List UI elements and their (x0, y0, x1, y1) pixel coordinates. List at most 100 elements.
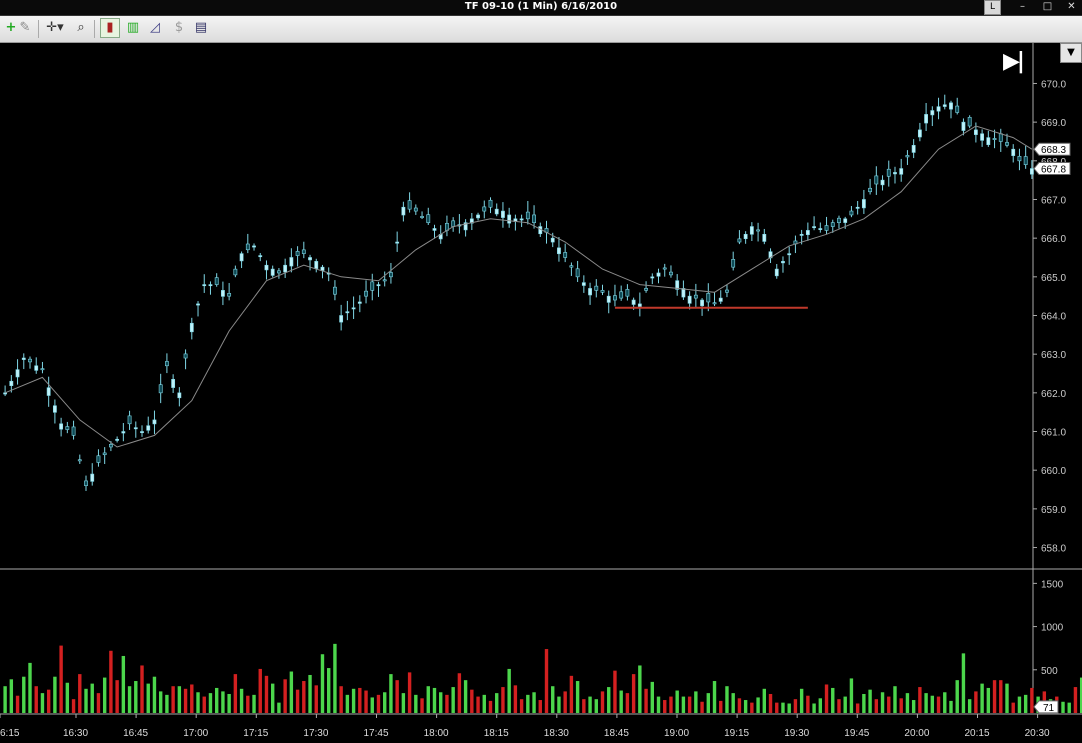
volume-bar (40, 693, 45, 713)
volume-bar (551, 686, 555, 713)
crosshair-icon[interactable]: ✛▾ (42, 19, 68, 37)
candle-body (861, 199, 866, 209)
candle-body (899, 168, 904, 175)
volume-bar (476, 696, 480, 713)
time-tick-label: 20:00 (904, 728, 929, 739)
volume-bar (420, 698, 424, 713)
volume-bar (295, 689, 300, 713)
chevron-down-icon[interactable]: ▼ (1060, 43, 1082, 63)
volume-bar (277, 702, 281, 713)
time-tick-label: 17:15 (243, 728, 268, 739)
volume-bar (855, 703, 860, 713)
candle-body (656, 272, 661, 277)
candle-body (706, 293, 711, 303)
candle-body (930, 110, 935, 116)
volume-bar (258, 668, 262, 713)
time-tick-label: 20:15 (965, 728, 990, 739)
volume-bar (109, 650, 113, 713)
candle-body (762, 233, 767, 242)
pencil-icon[interactable]: ✎ (16, 19, 34, 37)
candle-body (501, 210, 505, 218)
candle-body (382, 279, 387, 282)
volume-bar (482, 694, 486, 713)
volume-bar (849, 678, 854, 713)
volume-bar (843, 696, 847, 713)
volume-bar (15, 695, 20, 713)
candle-body (644, 288, 648, 291)
volume-bar (526, 694, 530, 713)
candle-body (992, 138, 997, 140)
minimize-button[interactable]: – (1015, 0, 1030, 13)
volume-bar (190, 684, 194, 713)
candle-body (563, 252, 568, 258)
candle-body (196, 303, 200, 306)
candle-body (308, 257, 312, 261)
volume-bar (663, 700, 667, 713)
volume-bar (862, 693, 866, 713)
time-tick-label: 18:30 (544, 728, 569, 739)
volume-bar (134, 681, 138, 713)
candle-body (955, 105, 960, 113)
volume-bar (532, 692, 536, 713)
time-tick-label: 17:45 (364, 728, 389, 739)
candle-body (214, 277, 219, 285)
volume-bar (470, 689, 474, 713)
volume-bar (395, 680, 399, 713)
volume-bar (750, 702, 754, 713)
candle-body (432, 228, 437, 231)
candle-body (121, 431, 126, 434)
price-tick-label: 659.0 (1041, 505, 1066, 516)
volume-bar (756, 697, 760, 713)
toolbar-separator (38, 20, 39, 38)
volume-bar (999, 680, 1003, 713)
candlestick-icon[interactable]: ▥ (124, 19, 142, 37)
chart-area[interactable]: 670.0669.0668.0667.0666.0665.0664.0663.0… (0, 43, 1082, 743)
candle-body (967, 117, 972, 127)
candle-body (3, 392, 8, 395)
line-chart-icon[interactable]: ◿ (146, 19, 164, 37)
candle-body (245, 243, 250, 251)
volume-bar (911, 700, 916, 713)
price-tick-label: 670.0 (1041, 79, 1066, 90)
price-tick-label: 660.0 (1041, 466, 1066, 477)
candle-body (886, 168, 891, 177)
price-tick-label: 662.0 (1041, 389, 1066, 400)
candle-body (177, 392, 182, 399)
volume-bar (177, 686, 182, 713)
close-button[interactable]: ✕ (1064, 0, 1079, 13)
volume-bar (818, 698, 823, 713)
candle-body (395, 241, 400, 244)
jump-to-end-icon[interactable]: ▶| (1003, 50, 1025, 74)
volume-bar (731, 693, 735, 713)
link-button[interactable]: L (984, 0, 1001, 15)
candle-body (519, 218, 524, 221)
candle-body (426, 214, 431, 223)
candle-body (880, 179, 885, 186)
candle-body (669, 271, 673, 276)
volume-bar (65, 682, 70, 713)
volume-bar (389, 674, 393, 713)
candle-body (115, 438, 120, 441)
volume-bar (513, 685, 518, 713)
properties-icon[interactable]: ▤ (192, 19, 210, 37)
volume-bar (887, 696, 891, 713)
magnifier-icon[interactable]: ⌕ (72, 19, 90, 37)
candle-body (725, 289, 729, 293)
candle-body (158, 384, 163, 394)
volume-bar (967, 699, 972, 713)
candle-body (482, 206, 487, 212)
maximize-button[interactable]: □ (1040, 0, 1055, 13)
volume-bar (140, 665, 144, 713)
volume-bar (345, 694, 350, 713)
volume-tick-label: 500 (1041, 666, 1058, 677)
bar-chart-icon[interactable]: ▮ (100, 18, 120, 38)
candle-body (868, 187, 872, 193)
volume-bar (165, 694, 169, 713)
time-tick-label: 16:30 (63, 728, 88, 739)
price-tick-label: 658.0 (1041, 544, 1066, 555)
candle-body (133, 427, 138, 430)
candle-body (787, 253, 792, 256)
volume-bar (712, 681, 717, 713)
candle-body (843, 218, 848, 223)
dollar-icon[interactable]: $ (170, 19, 188, 37)
